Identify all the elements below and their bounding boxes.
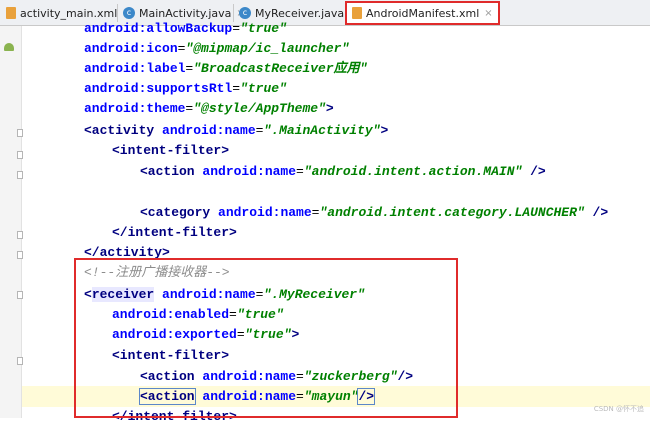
fold-marker[interactable] [17, 151, 23, 159]
tab-label: AndroidManifest.xml [366, 6, 480, 20]
close-icon[interactable]: × [484, 8, 492, 19]
xml-file-icon [6, 7, 16, 19]
tab-label: MainActivity.java [139, 6, 232, 20]
java-class-icon: c [239, 7, 251, 19]
code-line: android:allowBackup="true" [84, 21, 287, 36]
code-line: android:supportsRtl="true" [84, 81, 287, 96]
code-line: <category android:name="android.intent.c… [140, 205, 609, 220]
annotation-highlight-box [74, 258, 458, 418]
fold-marker[interactable] [17, 171, 23, 179]
tab-label: MyReceiver.java [255, 6, 345, 20]
java-class-icon: c [123, 7, 135, 19]
code-line: </intent-filter> [112, 225, 237, 240]
fold-marker[interactable] [17, 291, 23, 299]
code-line: android:label="BroadcastReceiver应用" [84, 61, 368, 76]
tab-label: activity_main.xml [20, 6, 118, 20]
xml-file-icon [352, 7, 362, 19]
code-line: android:theme="@style/AppTheme"> [84, 101, 334, 116]
tab-androidmanifest-xml[interactable]: AndroidManifest.xml × [345, 1, 500, 25]
fold-marker[interactable] [17, 251, 23, 259]
watermark: CSDN @怀不追 [593, 405, 644, 413]
fold-marker[interactable] [17, 129, 23, 137]
fold-marker[interactable] [17, 357, 23, 365]
code-line: android:icon="@mipmap/ic_launcher" [84, 41, 350, 56]
code-line: <activity android:name=".MainActivity"> [84, 123, 389, 138]
code-line: <intent-filter> [112, 143, 230, 158]
fold-marker[interactable] [17, 231, 23, 239]
code-line: <action android:name="android.intent.act… [140, 164, 546, 179]
android-icon[interactable] [4, 43, 14, 51]
